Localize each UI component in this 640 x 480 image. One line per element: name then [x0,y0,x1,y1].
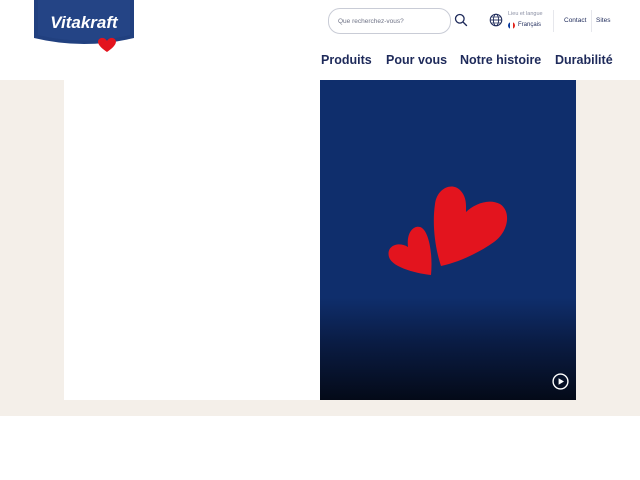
search-box [328,8,451,34]
nav-item-produits[interactable]: Produits [321,53,372,67]
search-input[interactable] [338,13,442,29]
search-button[interactable] [454,13,468,27]
language-current: Français [518,21,542,28]
hearts-icon [388,186,508,275]
header-divider [553,10,554,32]
play-circle-icon [552,373,569,390]
vitakraft-logo-mark: Vitakraft [34,0,134,52]
contact-link[interactable]: Contact [564,17,586,24]
french-flag-icon [508,22,515,29]
nav-item-notre-histoire[interactable]: Notre histoire [460,53,541,67]
language-title: Lieu et langue [508,11,543,17]
search-icon [454,13,468,27]
site-header: Vitakraft Lieu et langue Français Contac… [0,0,640,80]
hero-video[interactable] [320,80,576,400]
text-panel [64,80,320,400]
play-button[interactable] [552,373,569,390]
sites-link[interactable]: Sites [596,17,610,24]
header-divider [591,10,592,32]
globe-icon [489,13,503,27]
language-selector[interactable]: Lieu et langue Français [488,11,548,33]
vitakraft-logo[interactable]: Vitakraft [32,0,136,52]
logo-text: Vitakraft [50,13,119,32]
nav-item-durabilite[interactable]: Durabilité [555,53,613,67]
nav-item-pour-vous[interactable]: Pour vous [386,53,447,67]
